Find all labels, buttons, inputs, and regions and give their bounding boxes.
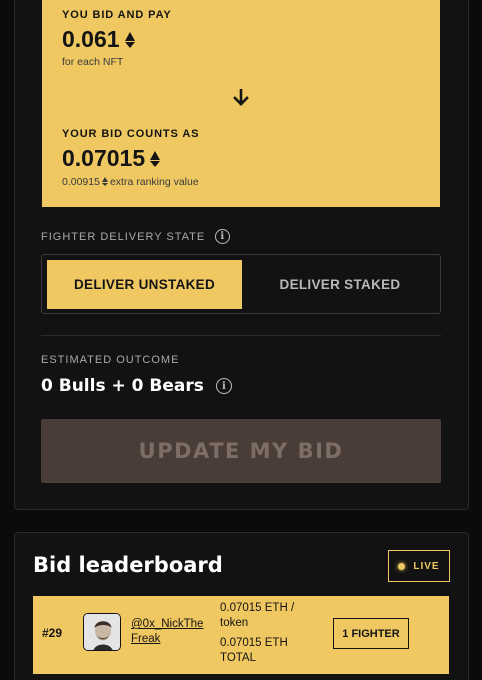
per-token-amount: 0.07015 ETH / token [220,602,295,629]
live-badge: LIVE [388,550,450,582]
delivery-state-heading: FIGHTER DELIVERY STATE i [41,229,231,244]
counts-value: 0.07015 [62,145,146,171]
leaderboard-row: #29 @0x_NickTheFreak 0.07015 ETH / token… [33,596,449,674]
live-dot-icon [398,562,406,570]
estimated-outcome-value: 0 Bulls + 0 Bears [41,376,204,396]
arrow-down-icon [233,89,249,106]
counts-value-row: 0.07015 [62,145,161,172]
avatar-image [84,614,120,650]
eth-icon [150,150,161,167]
pay-value: 0.061 [62,26,120,52]
extra-ranking-row: 0.00915 extra ranking value [62,176,199,188]
update-bid-button[interactable]: UPDATE MY BID [41,419,441,483]
leaderboard-title: Bid leaderboard [33,553,223,577]
counts-label: YOUR BID COUNTS AS [62,128,200,140]
deliver-unstaked-option[interactable]: DELIVER UNSTAKED [47,260,242,309]
info-icon[interactable]: i [215,378,232,394]
eth-icon [124,31,135,48]
divider [41,335,441,336]
pay-sub: for each NFT [62,56,124,68]
total-amount: 0.07015 ETH TOTAL [220,637,288,664]
pay-label: YOU BID AND PAY [62,9,172,21]
estimated-outcome-row: 0 Bulls + 0 Bears i [41,376,232,396]
delivery-state-label: FIGHTER DELIVERY STATE [41,230,206,243]
delivery-state-toggle: DELIVER UNSTAKED DELIVER STAKED [41,254,441,314]
estimated-outcome-label: ESTIMATED OUTCOME [41,354,180,366]
extra-label: extra ranking value [109,176,199,188]
deliver-staked-option[interactable]: DELIVER STAKED [244,260,436,309]
bid-summary-card: YOU BID AND PAY 0.061 for each NFT YOUR … [42,0,440,207]
pay-value-row: 0.061 [62,26,135,53]
eth-icon [101,177,108,186]
extra-value: 0.00915 [62,176,100,188]
avatar[interactable] [83,613,121,651]
rank: #29 [42,626,63,640]
fighter-count-button[interactable]: 1 FIGHTER [333,618,409,649]
bid-amounts: 0.07015 ETH / token 0.07015 ETH TOTAL [220,601,310,666]
live-label: LIVE [413,560,440,572]
user-handle-link[interactable]: @0x_NickTheFreak [131,617,207,647]
info-icon[interactable]: i [215,229,231,244]
